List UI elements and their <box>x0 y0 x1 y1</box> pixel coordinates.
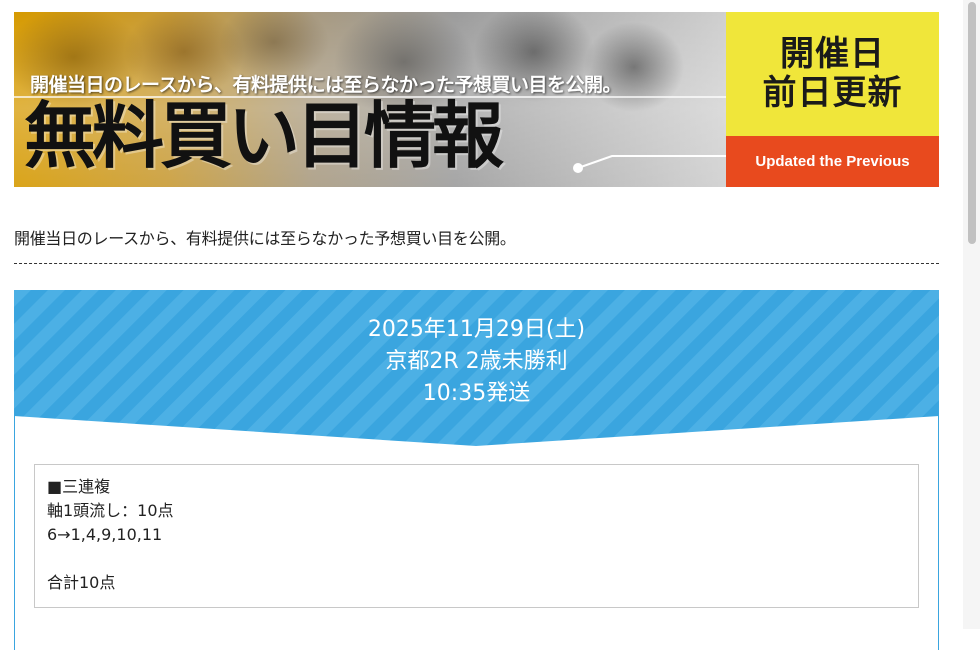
race-card-header: 2025年11月29日(土) 京都2R 2歳未勝利 10:35発送 <box>14 290 939 446</box>
race-header-text: 2025年11月29日(土) 京都2R 2歳未勝利 10:35発送 <box>14 314 939 410</box>
race-post-time: 10:35発送 <box>422 381 531 406</box>
update-badge-bottom: Updated the Previous <box>726 136 939 187</box>
scrollbar-thumb[interactable] <box>968 2 976 244</box>
race-card: 2025年11月29日(土) 京都2R 2歳未勝利 10:35発送 ■三連複 軸… <box>14 290 939 650</box>
bet-combination: 6→1,4,9,10,11 <box>47 525 163 544</box>
bet-method: 軸1頭流し：10点 <box>47 501 174 520</box>
dashed-divider <box>14 263 939 264</box>
badge-line-2: 前日更新 <box>762 73 903 113</box>
race-name: 京都2R 2歳未勝利 <box>385 349 568 374</box>
vertical-scrollbar[interactable] <box>963 0 980 629</box>
badge-english-text: Updated the Previous <box>755 153 910 170</box>
update-badge: 開催日 前日更新 Updated the Previous <box>726 12 939 187</box>
intro-text: 開催当日のレースから、有料提供には至らなかった予想買い目を公開。 <box>14 229 516 248</box>
bet-total: 合計10点 <box>47 573 116 592</box>
bet-type: ■三連複 <box>47 477 111 496</box>
page: 開催当日のレースから、有料提供には至らなかった予想買い目を公開。 無料買い目情報… <box>14 12 939 650</box>
banner-title: 無料買い目情報 <box>24 94 504 178</box>
bet-spacer <box>47 547 906 571</box>
bet-details-box: ■三連複 軸1頭流し：10点 6→1,4,9,10,11 合計10点 <box>34 464 919 608</box>
race-date: 2025年11月29日(土) <box>367 317 586 342</box>
update-badge-top: 開催日 前日更新 <box>726 12 939 136</box>
badge-line-1: 開催日 <box>780 33 885 74</box>
banner-subtitle: 開催当日のレースから、有料提供には至らなかった予想買い目を公開。 <box>30 74 622 96</box>
banner-pointer-line-icon <box>573 155 732 173</box>
free-picks-banner: 開催当日のレースから、有料提供には至らなかった予想買い目を公開。 無料買い目情報… <box>14 12 939 187</box>
